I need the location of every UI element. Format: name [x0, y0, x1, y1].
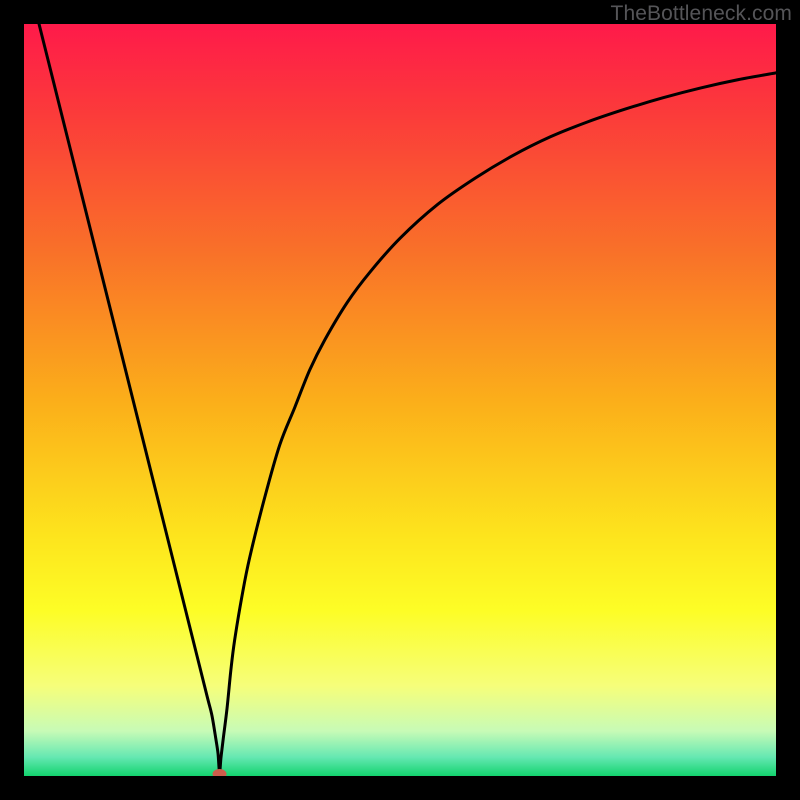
min-marker: [213, 769, 227, 776]
bottleneck-curve: [24, 24, 776, 772]
curve-layer: [24, 24, 776, 776]
chart-frame: TheBottleneck.com: [0, 0, 800, 800]
plot-area: [24, 24, 776, 776]
attribution-text: TheBottleneck.com: [611, 2, 792, 26]
